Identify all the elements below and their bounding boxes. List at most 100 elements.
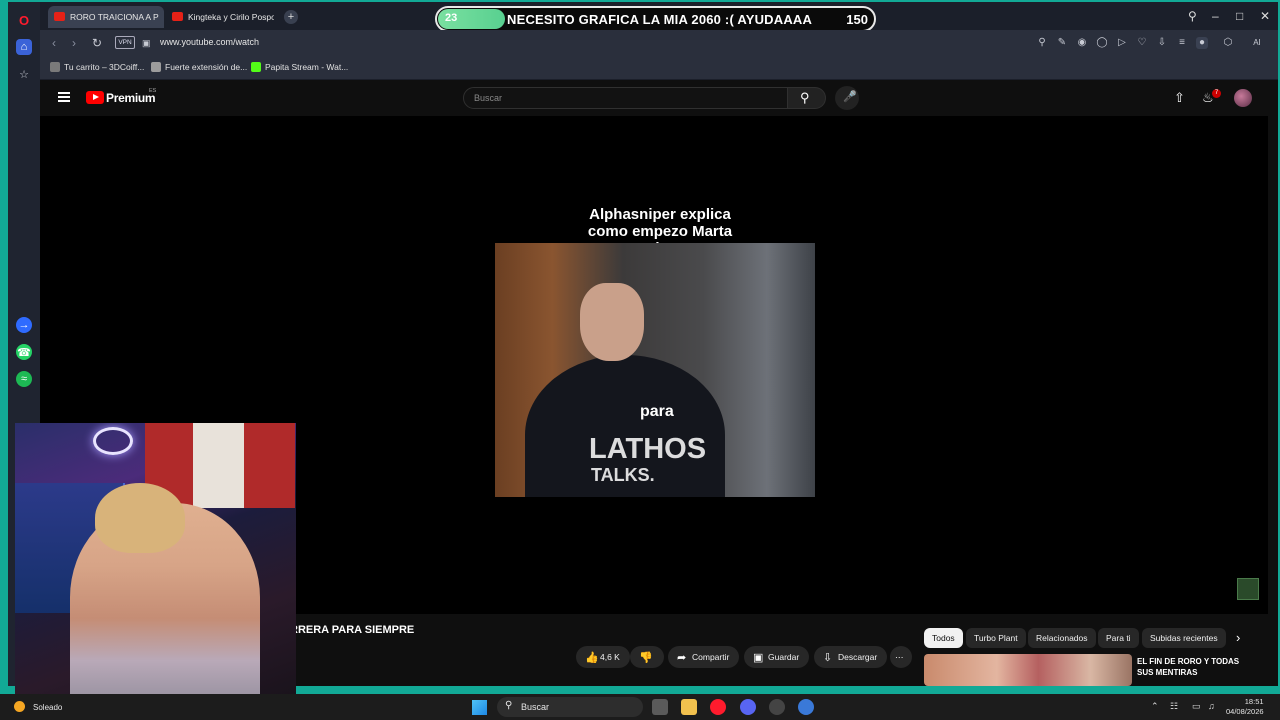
profile-icon[interactable]: ● (1196, 37, 1208, 49)
lock-icon[interactable]: ▣ (142, 38, 151, 49)
edit-icon[interactable]: ✎ (1056, 37, 1068, 49)
spotify-icon[interactable]: ≈ (16, 371, 32, 387)
windows-start-icon[interactable] (472, 700, 487, 715)
messenger-icon[interactable]: → (16, 317, 32, 333)
bookmark-favicon-icon (151, 62, 161, 72)
url-field[interactable]: www.youtube.com/watch (160, 37, 259, 47)
recommendation-thumbnail[interactable] (924, 654, 1132, 686)
weather-label[interactable]: Soleado (33, 703, 62, 712)
video-subtitle: para (640, 403, 674, 420)
search-button[interactable]: ⚲ (788, 87, 826, 109)
bookmark-item[interactable]: Fuerte extensión de... (151, 62, 247, 72)
bookmarks-star-icon[interactable]: ☆ (16, 66, 32, 82)
share-label: Compartir (692, 652, 730, 662)
search-page-icon[interactable]: ⚲ (1036, 37, 1048, 49)
discord-icon[interactable] (740, 699, 756, 715)
task-view-icon[interactable] (652, 699, 668, 715)
whatsapp-icon[interactable]: ☎ (16, 344, 32, 360)
opera-logo-icon[interactable]: O (16, 12, 32, 28)
heart-icon[interactable]: ♡ (1136, 37, 1148, 49)
like-count: 4,6 K (600, 652, 620, 662)
hamburger-menu-icon[interactable] (58, 92, 70, 102)
reload-icon[interactable]: ↻ (92, 36, 102, 50)
webcam-overlay (15, 423, 296, 708)
chevron-right-icon[interactable]: › (1236, 630, 1240, 645)
avatar[interactable] (1234, 89, 1252, 107)
neon-planet-icon (93, 427, 133, 455)
home-icon[interactable]: ⌂ (16, 39, 32, 55)
chip-for-you[interactable]: Para ti (1098, 628, 1139, 648)
search-input[interactable]: Buscar (463, 87, 788, 109)
chip-turbo-plant[interactable]: Turbo Plant (966, 628, 1026, 648)
youtube-logo-icon[interactable] (86, 91, 104, 104)
settings-gear-icon[interactable] (798, 699, 814, 715)
bookmarks-bar: Tu carrito – 3DCoiff... Fuerte extensión… (40, 56, 1278, 80)
youtube-favicon-icon (172, 12, 183, 21)
save-button[interactable]: ▣ Guardar (744, 646, 810, 668)
youtube-brand[interactable]: Premium (106, 91, 156, 105)
bookmark-label: Papita Stream - Wat... (265, 62, 349, 72)
back-icon[interactable]: ‹ (52, 36, 56, 50)
maximize-icon[interactable]: □ (1236, 9, 1243, 23)
share-button[interactable]: ➦ Compartir (668, 646, 740, 668)
download-button[interactable]: ⇩ Descargar (814, 646, 888, 668)
clock[interactable]: 18:51 04/08/2026 (1226, 697, 1264, 717)
chip-recent-uploads[interactable]: Subidas recientes (1142, 628, 1226, 648)
channel-watermark-icon[interactable] (1237, 578, 1259, 600)
chip-all[interactable]: Todos (924, 628, 963, 648)
time: 18:51 (1244, 697, 1264, 706)
search-icon: ⚲ (505, 700, 513, 711)
bookmark-item[interactable]: Tu carrito – 3DCoiff... (50, 62, 144, 72)
bookmark-item[interactable]: Papita Stream - Wat... (251, 62, 348, 72)
stream-goal-target: 150 (846, 12, 868, 27)
dislike-button[interactable]: 👎 (630, 646, 664, 668)
webcam-person-hair (95, 483, 185, 553)
file-explorer-icon[interactable] (681, 699, 697, 715)
voice-search-button[interactable]: 🎤 (835, 86, 859, 110)
tab-inactive[interactable]: Kingteka y Cirilo Pospo (166, 6, 274, 28)
opera-taskbar-icon[interactable] (710, 699, 726, 715)
search-placeholder: Buscar (474, 93, 503, 103)
video-heading: RRERA PARA SIEMPRE (290, 624, 415, 636)
bookmark-label: Fuerte extensión de... (165, 62, 248, 72)
address-bar-row: ‹ › ↻ VPN ▣ www.youtube.com/watch ⚲ ✎ ◉ … (40, 30, 1278, 56)
forward-icon[interactable]: › (72, 36, 76, 50)
network-icon[interactable]: ☷ (1170, 701, 1178, 712)
bookmark-label: Tu carrito – 3DCoiff... (64, 62, 145, 72)
tab-label: RORO TRAICIONA A P (70, 12, 159, 22)
new-tab-button[interactable]: + (284, 10, 298, 24)
minimize-icon[interactable]: – (1212, 9, 1219, 23)
taskbar-search[interactable]: ⚲ Buscar (497, 697, 643, 717)
extension-icon[interactable]: ⬡ (1222, 37, 1234, 49)
recommendation-title[interactable]: EL FIN DE RORO Y TODAS SUS MENTIRAS (1137, 656, 1257, 678)
chip-related[interactable]: Relacionados (1028, 628, 1096, 648)
app-icon[interactable] (769, 699, 785, 715)
bookmark-favicon-icon (50, 62, 60, 72)
close-icon[interactable]: ✕ (1260, 9, 1270, 23)
volume-icon[interactable]: ♫ (1208, 701, 1215, 711)
like-button[interactable]: 👍 4,6 K (576, 646, 630, 668)
camera-icon[interactable]: ◉ (1076, 37, 1088, 49)
vpn-badge[interactable]: VPN (115, 36, 135, 49)
date: 04/08/2026 (1226, 707, 1264, 716)
display-icon[interactable]: ▭ (1192, 701, 1201, 712)
notification-count-badge: 7 (1212, 89, 1221, 98)
taskbar-search-label: Buscar (521, 702, 550, 712)
youtube-favicon-icon (54, 12, 65, 21)
thumbs-up-icon: 👍 (585, 652, 599, 664)
youtube-header: Premium ES Buscar ⚲ 🎤 ⇧ ♨ 7 (40, 80, 1268, 116)
menu-icon[interactable]: ≡ (1176, 37, 1188, 49)
tab-active[interactable]: RORO TRAICIONA A P (48, 6, 164, 28)
windows-taskbar: Soleado ⚲ Buscar ⌃ ☷ ▭ ♫ 18:51 04/08/202… (0, 694, 1280, 720)
more-actions-button[interactable]: ⋯ (890, 646, 912, 668)
tray-chevron-icon[interactable]: ⌃ (1151, 701, 1159, 712)
region-code: ES (149, 88, 157, 94)
weather-icon[interactable] (14, 701, 25, 712)
download-icon[interactable]: ⇩ (1156, 37, 1168, 49)
ai-button[interactable]: AI (1244, 37, 1270, 49)
video-watermark: LATHOS (589, 433, 707, 465)
search-tabs-icon[interactable]: ⚲ (1188, 9, 1197, 23)
upload-icon[interactable]: ⇧ (1174, 90, 1185, 106)
shield-icon[interactable]: ◯ (1096, 37, 1108, 49)
play-icon[interactable]: ▷ (1116, 37, 1128, 49)
